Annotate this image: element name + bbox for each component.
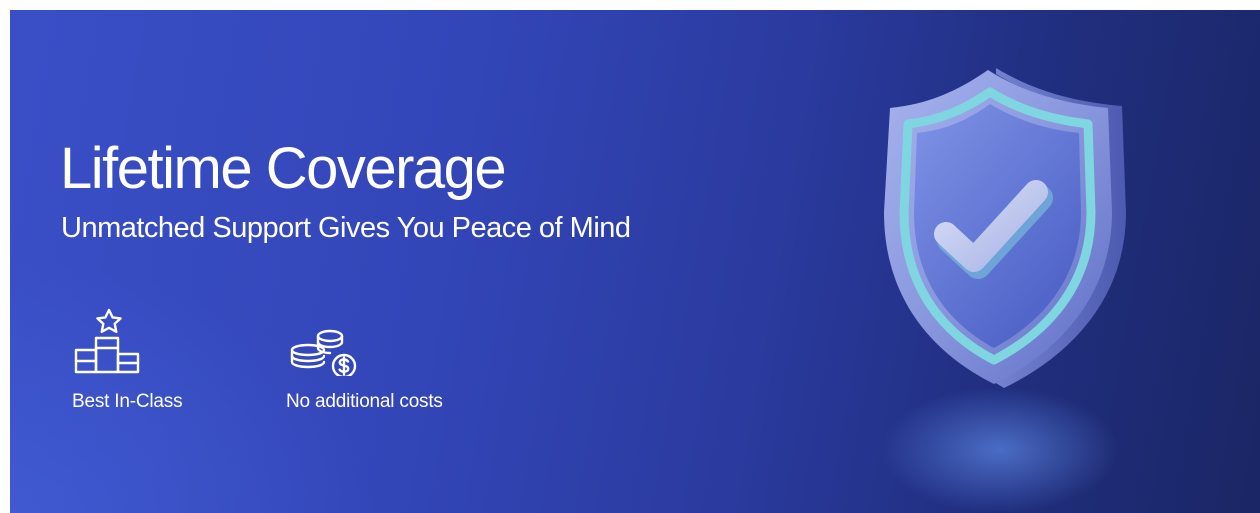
banner-title: Lifetime Coverage bbox=[60, 136, 507, 201]
feature-no-additional-costs: No additional costs bbox=[286, 306, 443, 414]
lifetime-coverage-banner: Lifetime Coverage Unmatched Support Give… bbox=[10, 10, 1260, 513]
page: Lifetime Coverage Unmatched Support Give… bbox=[0, 0, 1260, 513]
feature-label-no-additional-costs: No additional costs bbox=[286, 391, 443, 412]
feature-best-in-class: Best In-Class bbox=[72, 306, 183, 414]
shield-check-icon bbox=[884, 68, 1126, 388]
coins-dollar-icon bbox=[290, 329, 357, 376]
feature-label-best-in-class: Best In-Class bbox=[72, 391, 183, 412]
podium-star-icon bbox=[74, 308, 140, 374]
banner-subtitle: Unmatched Support Gives You Peace of Min… bbox=[61, 212, 631, 244]
shield-illustration bbox=[876, 62, 1126, 392]
